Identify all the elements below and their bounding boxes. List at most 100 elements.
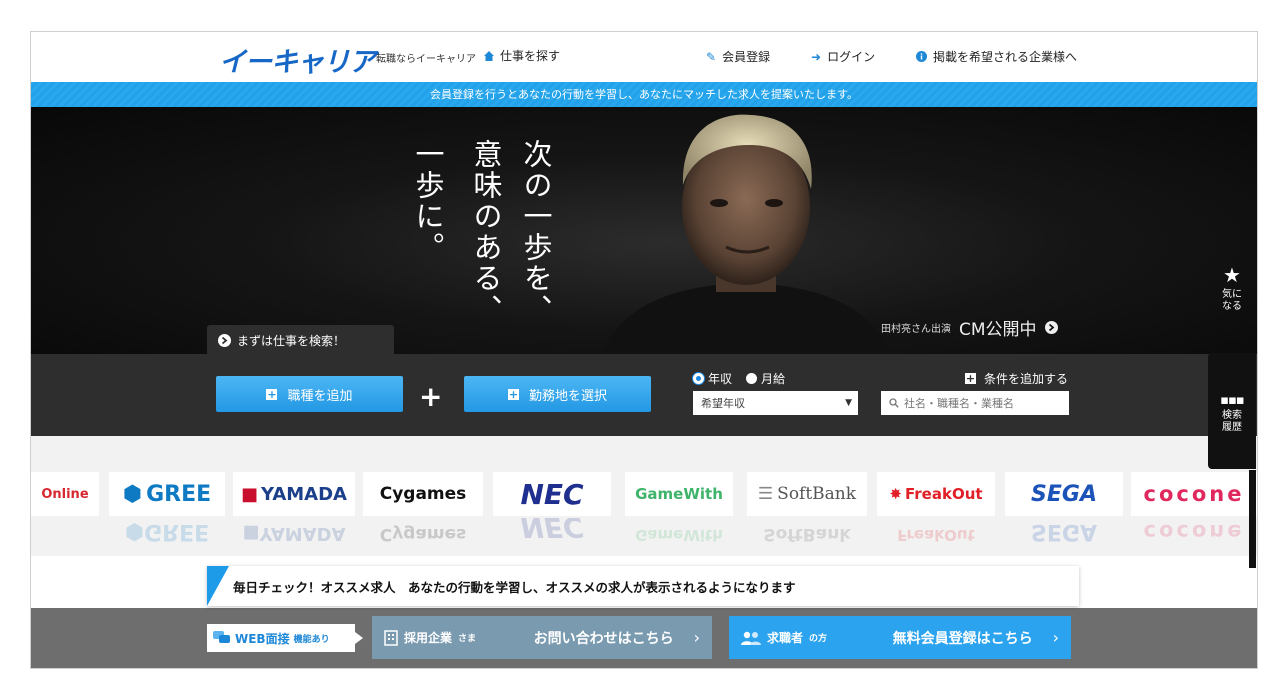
seeker-label-group: 求職者 の方 bbox=[741, 629, 827, 646]
square-logo-icon: ■ bbox=[241, 483, 259, 505]
logo-card[interactable]: ✸ FreakOut bbox=[877, 472, 995, 516]
edit-icon: ✎ bbox=[706, 49, 717, 64]
seeker-register-button[interactable]: 求職者 の方 無料会員登録はこちら › bbox=[729, 616, 1071, 659]
radio-monthly[interactable]: 月給 bbox=[746, 370, 785, 387]
logo-reflection: Cygames bbox=[379, 524, 467, 544]
logo-card[interactable]: NEC bbox=[493, 472, 611, 516]
favorites-button[interactable]: ★ 気になる bbox=[1208, 253, 1256, 333]
site-logo[interactable]: イーキャリア bbox=[219, 40, 376, 79]
recommend-text: 毎日チェック！オススメ求人 あなたの行動を学習し、オススメの求人が表示されるよう… bbox=[233, 579, 796, 595]
radio-dot-selected[interactable] bbox=[693, 373, 704, 384]
chat-icon bbox=[213, 631, 230, 643]
logo-card[interactable]: ☰ SoftBank bbox=[747, 472, 867, 516]
favorites-label: 気になる bbox=[1222, 289, 1242, 312]
logo-reflection: ■YAMADA bbox=[242, 523, 346, 544]
logo-reflection: NEC bbox=[520, 518, 584, 544]
salary-select-value: 希望年収 bbox=[701, 397, 745, 410]
tagline: 転職ならイーキャリア bbox=[376, 54, 476, 65]
hero-copy-line-3: 一歩に。 bbox=[411, 139, 445, 263]
register-link[interactable]: ✎ 会員登録 bbox=[706, 48, 770, 65]
employer-cta-label: 採用企業 bbox=[404, 631, 453, 645]
radio-monthly-label: 月給 bbox=[761, 372, 786, 386]
add-job-type-button[interactable]: + 職種を追加 bbox=[216, 376, 403, 412]
logo-card[interactable]: Cygames bbox=[363, 472, 483, 516]
plus-icon: + bbox=[266, 387, 278, 401]
keyword-placeholder: 社名・職種名・業種名 bbox=[904, 397, 1014, 410]
cm-big-text: CM公開中 bbox=[959, 320, 1037, 340]
register-label: 会員登録 bbox=[722, 50, 771, 64]
users-icon bbox=[741, 631, 761, 645]
freakout-icon: ✸ bbox=[889, 485, 902, 503]
logo-reflection: SoftBank bbox=[763, 524, 851, 544]
login-label: ログイン bbox=[827, 50, 876, 64]
radio-annual[interactable]: 年収 bbox=[693, 370, 732, 387]
cm-link[interactable]: 田村亮さん出演 CM公開中 bbox=[881, 315, 1058, 340]
bottom-section: WEB面接 機能あり 採用企業 さま お問い合わせはこちら › 求職者 の方 無料会… bbox=[31, 556, 1257, 668]
hero-copy-line-1: 次の一歩を、 bbox=[519, 139, 553, 325]
logo-text: cocone bbox=[1143, 482, 1245, 506]
chevron-down-icon: ▼ bbox=[845, 398, 852, 408]
logo-card[interactable]: cocone bbox=[1131, 472, 1257, 516]
site-header: イーキャリア 転職ならイーキャリア 仕事を探す ✎ 会員登録 ➜ ログイン 掲載… bbox=[31, 32, 1257, 82]
arrow-circle-icon bbox=[218, 333, 231, 347]
company-logo-carousel[interactable]: Online ⬢ GREE ■ YAMADA Cygames NEC GameWit… bbox=[31, 436, 1257, 556]
logo-text: GameWith bbox=[635, 485, 723, 503]
salary-type-radios: 年収 月給 bbox=[693, 370, 785, 387]
login-link[interactable]: ➜ ログイン bbox=[811, 48, 875, 65]
search-tab-label: まずは仕事を検索！ bbox=[237, 333, 346, 348]
recommend-banner[interactable]: 毎日チェック！オススメ求人 あなたの行動を学習し、オススメの求人が表示されるよう… bbox=[207, 566, 1079, 606]
add-job-type-label: 職種を追加 bbox=[287, 388, 353, 404]
hero-person-image bbox=[601, 114, 891, 354]
scrollbar[interactable] bbox=[1249, 470, 1256, 568]
search-icon bbox=[889, 398, 899, 408]
job-search-link[interactable]: 仕事を探す bbox=[483, 47, 560, 64]
hero-banner[interactable]: 次の一歩を、 意味のある、 一歩に。 田村亮さん出演 CM公開中 bbox=[31, 107, 1257, 354]
cm-small-text: 田村亮さん出演 bbox=[881, 324, 951, 335]
recommend-accent bbox=[207, 566, 229, 606]
logo-reflection: SEGA bbox=[1031, 519, 1097, 544]
logo-text: Online bbox=[41, 486, 89, 502]
web-interview-badge[interactable]: WEB面接 機能あり bbox=[207, 624, 355, 652]
search-history-button[interactable]: ▪▪▪ 検索履歴 bbox=[1208, 353, 1256, 469]
employer-label-group: 採用企業 さま bbox=[384, 629, 476, 646]
info-banner[interactable]: 会員登録を行うとあなたの行動を学習し、あなたにマッチした求人を提案いたします。 bbox=[31, 82, 1257, 107]
arrow-pointer-icon bbox=[355, 632, 363, 644]
arrow-circle-icon bbox=[1044, 321, 1058, 334]
logo-card[interactable]: ⬢ GREE bbox=[109, 472, 225, 516]
logo-reflection: FreakOut bbox=[897, 526, 975, 544]
logo-text: SoftBank bbox=[777, 484, 857, 504]
employer-contact-button[interactable]: 採用企業 さま お問い合わせはこちら › bbox=[372, 616, 712, 659]
logo-card[interactable]: GameWith bbox=[625, 472, 733, 516]
web-interview-label: WEB面接 bbox=[235, 631, 290, 646]
login-icon: ➜ bbox=[811, 49, 822, 64]
search-history-label: 検索履歴 bbox=[1222, 410, 1242, 433]
logo-text: YAMADA bbox=[261, 483, 347, 505]
salary-select[interactable]: 希望年収 ▼ bbox=[693, 391, 858, 415]
logo-text: FreakOut bbox=[905, 485, 983, 503]
add-condition-link[interactable]: + 条件を追加する bbox=[965, 370, 1068, 387]
seeker-cta-sub: の方 bbox=[809, 634, 828, 644]
chevron-right-icon: › bbox=[1052, 628, 1059, 647]
logo-reflection: ⬢GREE bbox=[124, 519, 210, 544]
chevron-right-icon: › bbox=[693, 628, 700, 647]
select-location-button[interactable]: + 勤務地を選択 bbox=[464, 376, 651, 412]
softbank-bars-icon: ☰ bbox=[757, 484, 774, 504]
plus-icon: + bbox=[965, 372, 976, 385]
radio-dot[interactable] bbox=[746, 373, 758, 384]
add-condition-label: 条件を追加する bbox=[984, 372, 1069, 386]
search-panel: + 職種を追加 + + 勤務地を選択 年収 月給 希望年収 ▼ + 条件を追加す… bbox=[31, 354, 1257, 436]
seeker-cta-label: 求職者 bbox=[767, 631, 804, 645]
grid-icon: ▪▪▪ bbox=[1220, 393, 1244, 408]
logo-card[interactable]: Online bbox=[31, 472, 99, 516]
employer-cta-text: お問い合わせはこちら bbox=[533, 630, 674, 647]
seeker-cta-text: 無料会員登録はこちら bbox=[892, 630, 1033, 647]
employer-link[interactable]: 掲載を希望される企業様へ bbox=[916, 48, 1077, 65]
plus-icon: + bbox=[419, 380, 443, 413]
logo-text: SEGA bbox=[1031, 481, 1097, 507]
employer-cta-sub: さま bbox=[458, 634, 477, 644]
logo-card[interactable]: SEGA bbox=[1005, 472, 1123, 516]
web-interview-sub: 機能あり bbox=[293, 634, 330, 645]
logo-card[interactable]: ■ YAMADA bbox=[233, 472, 355, 516]
keyword-search-input[interactable]: 社名・職種名・業種名 bbox=[881, 391, 1069, 415]
radio-annual-label: 年収 bbox=[708, 372, 733, 386]
